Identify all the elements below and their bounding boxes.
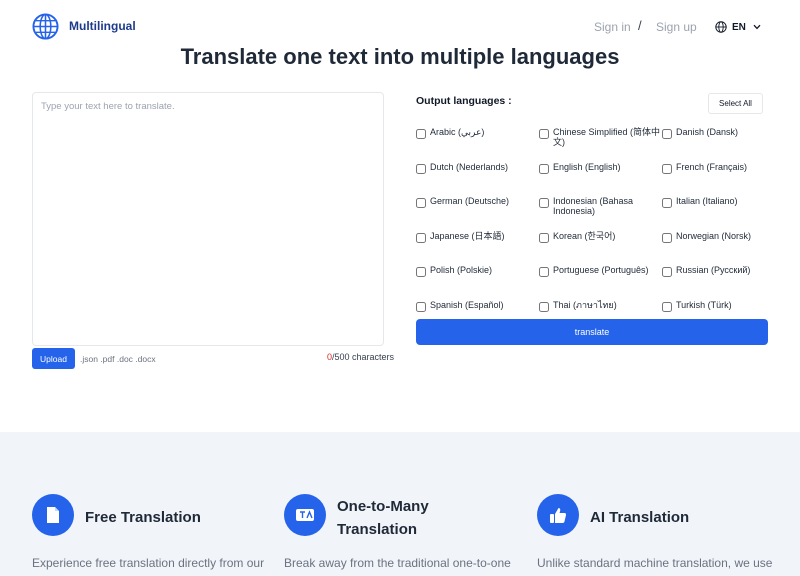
language-option-arabic[interactable]: Arabic (عربي) xyxy=(416,127,539,162)
language-option-norwegian[interactable]: Norwegian (Norsk) xyxy=(662,231,776,266)
translation-icon xyxy=(284,494,326,536)
language-option-italian[interactable]: Italian (Italiano) xyxy=(662,196,776,231)
language-option-german[interactable]: German (Deutsche) xyxy=(416,196,539,231)
nav-separator: / xyxy=(638,18,642,33)
language-label: Japanese (日本語) xyxy=(430,230,505,241)
sign-up-link[interactable]: Sign up xyxy=(656,20,697,34)
language-label: Spanish (Español) xyxy=(430,299,504,310)
language-option-dutch[interactable]: Dutch (Nederlands) xyxy=(416,162,539,197)
character-count-max: /500 characters xyxy=(332,352,395,362)
language-checkbox[interactable] xyxy=(539,163,549,174)
language-label: Chinese Simplified (简体中文) xyxy=(553,127,661,147)
brand-name[interactable]: Multilingual xyxy=(69,19,136,33)
chevron-down-icon xyxy=(753,24,761,30)
language-label: Korean (한국어) xyxy=(553,230,616,241)
feature-title-one-to-many: One-to-Many Translation xyxy=(337,498,429,538)
language-option-korean[interactable]: Korean (한국어) xyxy=(539,231,662,266)
language-checkbox[interactable] xyxy=(539,301,549,312)
thumbs-up-icon xyxy=(537,494,579,536)
language-label: Norwegian (Norsk) xyxy=(676,230,752,241)
language-option-chinese-simplified[interactable]: Chinese Simplified (简体中文) xyxy=(539,127,662,162)
feature-desc-one-to-many: Break away from the traditional one-to-o… xyxy=(284,556,511,570)
language-checkbox[interactable] xyxy=(662,129,672,139)
language-checkbox[interactable] xyxy=(662,163,672,174)
language-checkbox[interactable] xyxy=(539,129,549,139)
language-option-danish[interactable]: Danish (Dansk) xyxy=(662,127,776,162)
language-option-polish[interactable]: Polish (Polskie) xyxy=(416,265,539,300)
source-text-input[interactable] xyxy=(32,92,384,346)
language-label: Turkish (Türk) xyxy=(676,299,732,310)
language-label: Indonesian (Bahasa Indonesia) xyxy=(553,196,634,216)
language-label: Thai (ภาษาไทย) xyxy=(553,299,617,310)
globe-logo-icon[interactable] xyxy=(32,13,59,40)
language-label: English (English) xyxy=(553,161,621,172)
language-label: French (Français) xyxy=(676,161,748,172)
language-checkbox[interactable] xyxy=(539,232,549,243)
language-options: Arabic (عربي) Chinese Simplified (简体中文) … xyxy=(416,127,776,334)
language-checkbox[interactable] xyxy=(416,163,426,174)
language-label: Danish (Dansk) xyxy=(676,127,739,137)
language-checkbox[interactable] xyxy=(662,232,672,243)
page-title: Translate one text into multiple languag… xyxy=(180,44,620,69)
language-code: EN xyxy=(732,21,746,33)
features-section: Free Translation Experience free transla… xyxy=(0,432,800,576)
language-checkbox[interactable] xyxy=(662,267,672,277)
language-option-english[interactable]: English (English) xyxy=(539,162,662,197)
language-option-french[interactable]: French (Français) xyxy=(662,162,776,197)
language-selector[interactable]: EN xyxy=(715,19,761,35)
feature-title-ai-translation: AI Translation xyxy=(590,509,690,526)
language-option-japanese[interactable]: Japanese (日本語) xyxy=(416,231,539,266)
language-label: Dutch (Nederlands) xyxy=(430,161,509,172)
feature-title-free-translation: Free Translation xyxy=(85,509,201,526)
upload-button[interactable]: Upload xyxy=(32,348,75,369)
language-checkbox[interactable] xyxy=(416,267,426,277)
character-counter: 0/500 characters xyxy=(327,352,394,362)
language-checkbox[interactable] xyxy=(416,301,426,312)
feature-desc-free-translation: Experience free translation directly fro… xyxy=(32,556,265,570)
language-checkbox[interactable] xyxy=(539,198,549,208)
feature-desc-ai-translation: Unlike standard machine translation, we … xyxy=(537,556,773,570)
language-checkbox[interactable] xyxy=(662,198,672,208)
language-label: Russian (Русский) xyxy=(676,265,751,275)
language-checkbox[interactable] xyxy=(416,129,426,139)
language-label: Italian (Italiano) xyxy=(676,196,738,206)
language-option-russian[interactable]: Russian (Русский) xyxy=(662,265,776,300)
select-all-button[interactable]: Select All xyxy=(708,93,763,114)
language-label: Polish (Polskie) xyxy=(430,265,493,275)
language-checkbox[interactable] xyxy=(662,301,672,312)
supported-file-types: .json .pdf .doc .docx xyxy=(80,354,156,364)
language-label: Arabic (عربي) xyxy=(430,127,485,137)
language-checkbox[interactable] xyxy=(416,232,426,243)
language-option-indonesian[interactable]: Indonesian (Bahasa Indonesia) xyxy=(539,196,662,231)
language-checkbox[interactable] xyxy=(539,267,549,277)
document-icon xyxy=(32,494,74,536)
sign-in-link[interactable]: Sign in xyxy=(594,20,631,34)
language-label: Portuguese (Português) xyxy=(553,265,649,275)
translate-button[interactable]: translate xyxy=(416,319,768,345)
language-label: German (Deutsche) xyxy=(430,196,510,206)
language-option-portuguese[interactable]: Portuguese (Português) xyxy=(539,265,662,300)
output-languages-label: Output languages : xyxy=(416,95,512,107)
globe-icon xyxy=(715,21,727,33)
language-checkbox[interactable] xyxy=(416,198,426,208)
